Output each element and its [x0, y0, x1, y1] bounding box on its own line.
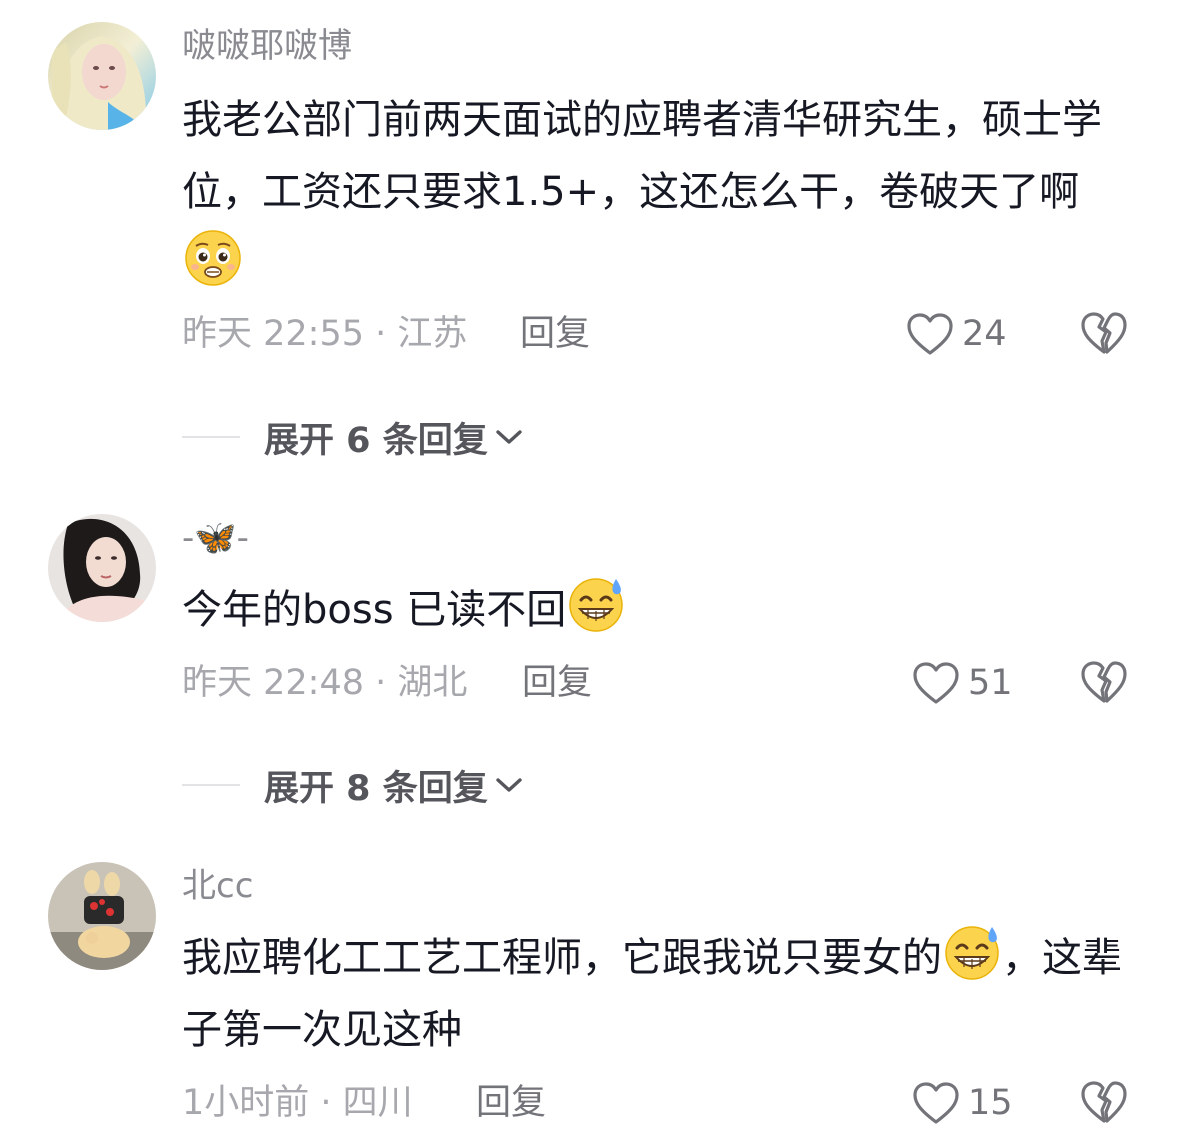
reply-button[interactable]: 回复 [522, 661, 592, 705]
reply-button[interactable]: 回复 [476, 1081, 546, 1125]
grinning-sweat-emoji [944, 923, 1002, 981]
comment-meta: 昨天 22:48 · 湖北 [182, 663, 468, 703]
like-count: 24 [962, 314, 1007, 354]
like-button[interactable]: 24 [906, 309, 1007, 359]
expand-replies-label: 展开 6 条回复 [264, 420, 488, 461]
heart-outline-icon [906, 312, 954, 356]
comment-text-content: 今年的boss 已读不回 [182, 587, 567, 633]
avatar[interactable] [48, 862, 156, 970]
like-button[interactable]: 15 [912, 1078, 1013, 1128]
expand-replies-label: 展开 8 条回复 [264, 768, 488, 809]
like-button[interactable]: 51 [912, 658, 1013, 708]
comment-meta: 1小时前 · 四川 [182, 1083, 413, 1123]
expand-replies-button[interactable]: 展开 6 条回复 [182, 412, 526, 462]
broken-heart-icon[interactable] [1080, 310, 1128, 356]
comment-meta: 昨天 22:55 · 江苏 [182, 314, 468, 354]
divider-line [182, 784, 240, 786]
divider-line [182, 436, 240, 438]
broken-heart-icon[interactable] [1080, 659, 1128, 705]
avatar[interactable] [48, 514, 156, 622]
pleading-face-emoji [184, 229, 242, 287]
reply-button[interactable]: 回复 [520, 312, 590, 356]
heart-outline-icon [912, 1081, 960, 1125]
like-count: 51 [968, 663, 1013, 703]
grinning-sweat-emoji [568, 575, 626, 633]
username[interactable]: 啵啵耶啵博 [182, 24, 352, 68]
comment-text-content: 我老公部门前两天面试的应聘者清华研究生，硕士学位，工资还只要求1.5+，这还怎么… [182, 97, 1102, 215]
like-count: 15 [968, 1083, 1013, 1123]
avatar[interactable] [48, 22, 156, 130]
comment-text: 今年的boss 已读不回 [182, 574, 1122, 646]
username[interactable]: 北cc [182, 864, 253, 908]
expand-replies-button[interactable]: 展开 8 条回复 [182, 760, 526, 810]
chevron-down-icon [492, 773, 526, 797]
broken-heart-icon[interactable] [1080, 1079, 1128, 1125]
username[interactable]: -🦋- [182, 516, 249, 560]
comment-text: 我老公部门前两天面试的应聘者清华研究生，硕士学位，工资还只要求1.5+，这还怎么… [182, 84, 1122, 300]
comment-text-part1: 我应聘化工工艺工程师，它跟我说只要女的 [182, 935, 942, 981]
comment-text: 我应聘化工工艺工程师，它跟我说只要女的 ，这辈子第一次见这种 [182, 922, 1122, 1066]
heart-outline-icon [912, 661, 960, 705]
chevron-down-icon [492, 425, 526, 449]
